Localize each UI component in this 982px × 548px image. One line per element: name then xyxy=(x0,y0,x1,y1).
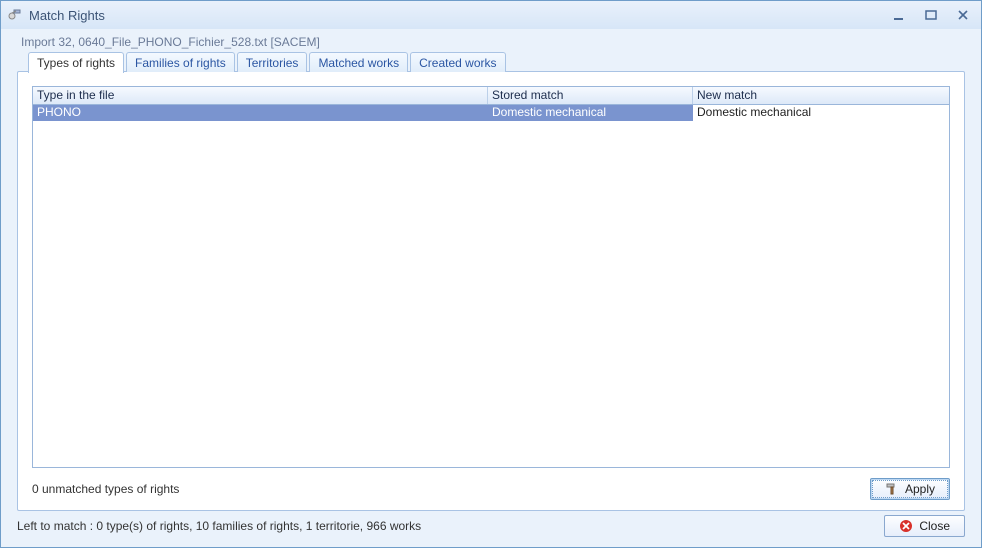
tab-label: Matched works xyxy=(318,56,399,70)
col-stored-match[interactable]: Stored match xyxy=(488,87,693,104)
table-header: Type in the file Stored match New match xyxy=(33,87,949,105)
tab-label: Territories xyxy=(246,56,299,70)
table-body[interactable]: PHONO Domestic mechanical Domestic mecha… xyxy=(33,105,949,467)
maximize-button[interactable] xyxy=(919,7,943,23)
app-icon xyxy=(7,7,23,23)
match-status: Left to match : 0 type(s) of rights, 10 … xyxy=(17,519,421,533)
tab-territories[interactable]: Territories xyxy=(237,52,308,72)
window-controls xyxy=(887,7,975,23)
close-button[interactable]: Close xyxy=(884,515,965,537)
close-window-button[interactable] xyxy=(951,7,975,23)
hammer-icon xyxy=(885,482,899,496)
tab-strip: Types of rights Families of rights Terri… xyxy=(28,52,506,73)
tab-types-of-rights[interactable]: Types of rights xyxy=(28,52,124,73)
apply-button[interactable]: Apply xyxy=(870,478,950,500)
tab-families-of-rights[interactable]: Families of rights xyxy=(126,52,235,72)
cell-type-in-file: PHONO xyxy=(33,105,488,121)
panel-footer: 0 unmatched types of rights Apply xyxy=(32,468,950,500)
panel-inner: Type in the file Stored match New match … xyxy=(18,72,964,510)
close-label: Close xyxy=(919,519,950,533)
titlebar: Match Rights xyxy=(1,1,981,29)
tab-created-works[interactable]: Created works xyxy=(410,52,505,72)
close-icon xyxy=(899,519,913,533)
tab-label: Types of rights xyxy=(37,56,115,70)
col-new-match[interactable]: New match xyxy=(693,87,949,104)
bottom-bar: Left to match : 0 type(s) of rights, 10 … xyxy=(17,515,965,537)
cell-new-match[interactable]: Domestic mechanical xyxy=(693,105,949,121)
data-table: Type in the file Stored match New match … xyxy=(32,86,950,468)
cell-stored-match: Domestic mechanical xyxy=(488,105,693,121)
col-type-in-file[interactable]: Type in the file xyxy=(33,87,488,104)
table-row[interactable]: PHONO Domestic mechanical Domestic mecha… xyxy=(33,105,949,121)
tab-label: Families of rights xyxy=(135,56,226,70)
tab-label: Created works xyxy=(419,56,496,70)
tab-matched-works[interactable]: Matched works xyxy=(309,52,408,72)
window-title: Match Rights xyxy=(29,8,887,23)
tab-panel: Types of rights Families of rights Terri… xyxy=(17,71,965,511)
unmatched-status: 0 unmatched types of rights xyxy=(32,482,179,496)
minimize-button[interactable] xyxy=(887,7,911,23)
window: Match Rights Import 32, 0640_File_PHONO_… xyxy=(0,0,982,548)
import-subtitle: Import 32, 0640_File_PHONO_Fichier_528.t… xyxy=(1,29,981,51)
content-area: Import 32, 0640_File_PHONO_Fichier_528.t… xyxy=(1,29,981,547)
apply-label: Apply xyxy=(905,482,935,496)
